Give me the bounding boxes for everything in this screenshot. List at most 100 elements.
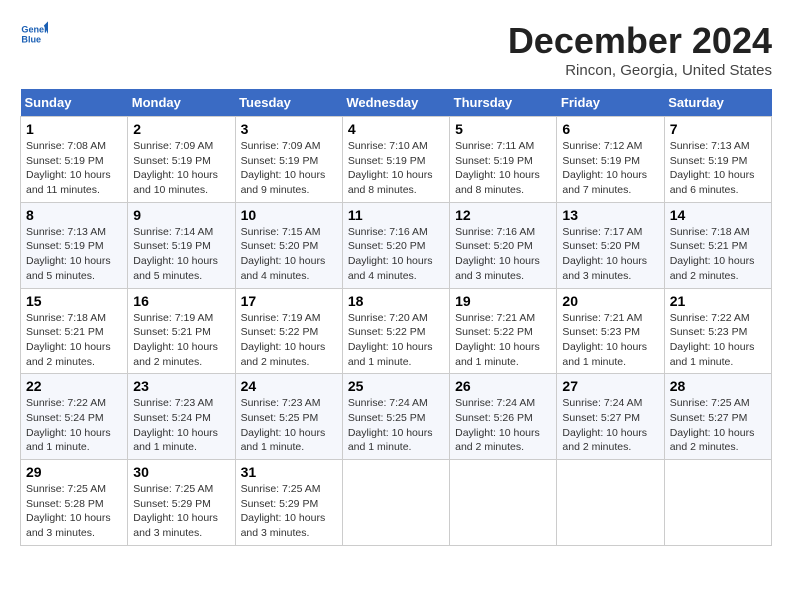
cell-info: Sunrise: 7:25 AMSunset: 5:29 PMDaylight:… [241,483,326,539]
cell-info: Sunrise: 7:21 AMSunset: 5:23 PMDaylight:… [562,312,647,368]
day-number: 3 [241,121,337,137]
month-title: December 2024 [508,20,772,62]
cell-info: Sunrise: 7:25 AMSunset: 5:28 PMDaylight:… [26,483,111,539]
table-cell: 6 Sunrise: 7:12 AMSunset: 5:19 PMDayligh… [557,117,664,203]
day-number: 10 [241,207,337,223]
table-cell: 14 Sunrise: 7:18 AMSunset: 5:21 PMDaylig… [664,202,771,288]
cell-info: Sunrise: 7:17 AMSunset: 5:20 PMDaylight:… [562,226,647,282]
day-number: 22 [26,378,122,394]
cell-info: Sunrise: 7:20 AMSunset: 5:22 PMDaylight:… [348,312,433,368]
day-number: 30 [133,464,229,480]
cell-info: Sunrise: 7:16 AMSunset: 5:20 PMDaylight:… [348,226,433,282]
day-number: 27 [562,378,658,394]
cell-info: Sunrise: 7:12 AMSunset: 5:19 PMDaylight:… [562,140,647,196]
day-number: 26 [455,378,551,394]
calendar-table: Sunday Monday Tuesday Wednesday Thursday… [20,89,772,546]
table-cell [342,460,449,546]
cell-info: Sunrise: 7:09 AMSunset: 5:19 PMDaylight:… [241,140,326,196]
day-number: 16 [133,293,229,309]
day-number: 8 [26,207,122,223]
table-cell [450,460,557,546]
cell-info: Sunrise: 7:22 AMSunset: 5:23 PMDaylight:… [670,312,755,368]
day-number: 12 [455,207,551,223]
cell-info: Sunrise: 7:08 AMSunset: 5:19 PMDaylight:… [26,140,111,196]
table-cell [557,460,664,546]
cell-info: Sunrise: 7:22 AMSunset: 5:24 PMDaylight:… [26,397,111,453]
table-cell: 26 Sunrise: 7:24 AMSunset: 5:26 PMDaylig… [450,374,557,460]
calendar-row: 22 Sunrise: 7:22 AMSunset: 5:24 PMDaylig… [21,374,772,460]
calendar-row: 1 Sunrise: 7:08 AMSunset: 5:19 PMDayligh… [21,117,772,203]
header-row: Sunday Monday Tuesday Wednesday Thursday… [21,89,772,117]
day-number: 19 [455,293,551,309]
cell-info: Sunrise: 7:23 AMSunset: 5:24 PMDaylight:… [133,397,218,453]
cell-info: Sunrise: 7:15 AMSunset: 5:20 PMDaylight:… [241,226,326,282]
table-cell: 19 Sunrise: 7:21 AMSunset: 5:22 PMDaylig… [450,288,557,374]
day-number: 20 [562,293,658,309]
day-number: 4 [348,121,444,137]
table-cell: 4 Sunrise: 7:10 AMSunset: 5:19 PMDayligh… [342,117,449,203]
day-number: 23 [133,378,229,394]
cell-info: Sunrise: 7:14 AMSunset: 5:19 PMDaylight:… [133,226,218,282]
day-number: 9 [133,207,229,223]
table-cell: 5 Sunrise: 7:11 AMSunset: 5:19 PMDayligh… [450,117,557,203]
table-cell: 29 Sunrise: 7:25 AMSunset: 5:28 PMDaylig… [21,460,128,546]
calendar-row: 15 Sunrise: 7:18 AMSunset: 5:21 PMDaylig… [21,288,772,374]
col-tuesday: Tuesday [235,89,342,117]
day-number: 25 [348,378,444,394]
title-area: December 2024 Rincon, Georgia, United St… [508,20,772,79]
table-cell: 13 Sunrise: 7:17 AMSunset: 5:20 PMDaylig… [557,202,664,288]
day-number: 29 [26,464,122,480]
cell-info: Sunrise: 7:10 AMSunset: 5:19 PMDaylight:… [348,140,433,196]
table-cell: 15 Sunrise: 7:18 AMSunset: 5:21 PMDaylig… [21,288,128,374]
cell-info: Sunrise: 7:13 AMSunset: 5:19 PMDaylight:… [26,226,111,282]
table-cell: 1 Sunrise: 7:08 AMSunset: 5:19 PMDayligh… [21,117,128,203]
day-number: 18 [348,293,444,309]
table-cell: 20 Sunrise: 7:21 AMSunset: 5:23 PMDaylig… [557,288,664,374]
cell-info: Sunrise: 7:23 AMSunset: 5:25 PMDaylight:… [241,397,326,453]
table-cell: 9 Sunrise: 7:14 AMSunset: 5:19 PMDayligh… [128,202,235,288]
col-thursday: Thursday [450,89,557,117]
day-number: 28 [670,378,766,394]
table-cell: 27 Sunrise: 7:24 AMSunset: 5:27 PMDaylig… [557,374,664,460]
table-cell: 11 Sunrise: 7:16 AMSunset: 5:20 PMDaylig… [342,202,449,288]
col-wednesday: Wednesday [342,89,449,117]
table-cell: 16 Sunrise: 7:19 AMSunset: 5:21 PMDaylig… [128,288,235,374]
table-cell: 3 Sunrise: 7:09 AMSunset: 5:19 PMDayligh… [235,117,342,203]
cell-info: Sunrise: 7:18 AMSunset: 5:21 PMDaylight:… [670,226,755,282]
logo-icon: General Blue [20,20,48,48]
calendar-row: 29 Sunrise: 7:25 AMSunset: 5:28 PMDaylig… [21,460,772,546]
table-cell: 17 Sunrise: 7:19 AMSunset: 5:22 PMDaylig… [235,288,342,374]
svg-text:Blue: Blue [21,34,41,44]
table-cell: 8 Sunrise: 7:13 AMSunset: 5:19 PMDayligh… [21,202,128,288]
cell-info: Sunrise: 7:24 AMSunset: 5:25 PMDaylight:… [348,397,433,453]
day-number: 31 [241,464,337,480]
calendar-body: 1 Sunrise: 7:08 AMSunset: 5:19 PMDayligh… [21,117,772,546]
cell-info: Sunrise: 7:11 AMSunset: 5:19 PMDaylight:… [455,140,540,196]
day-number: 14 [670,207,766,223]
day-number: 7 [670,121,766,137]
cell-info: Sunrise: 7:09 AMSunset: 5:19 PMDaylight:… [133,140,218,196]
table-cell: 24 Sunrise: 7:23 AMSunset: 5:25 PMDaylig… [235,374,342,460]
table-cell: 18 Sunrise: 7:20 AMSunset: 5:22 PMDaylig… [342,288,449,374]
day-number: 13 [562,207,658,223]
table-cell: 28 Sunrise: 7:25 AMSunset: 5:27 PMDaylig… [664,374,771,460]
day-number: 15 [26,293,122,309]
cell-info: Sunrise: 7:24 AMSunset: 5:27 PMDaylight:… [562,397,647,453]
table-cell: 22 Sunrise: 7:22 AMSunset: 5:24 PMDaylig… [21,374,128,460]
day-number: 11 [348,207,444,223]
cell-info: Sunrise: 7:19 AMSunset: 5:22 PMDaylight:… [241,312,326,368]
calendar-row: 8 Sunrise: 7:13 AMSunset: 5:19 PMDayligh… [21,202,772,288]
calendar-header: Sunday Monday Tuesday Wednesday Thursday… [21,89,772,117]
cell-info: Sunrise: 7:21 AMSunset: 5:22 PMDaylight:… [455,312,540,368]
table-cell: 31 Sunrise: 7:25 AMSunset: 5:29 PMDaylig… [235,460,342,546]
cell-info: Sunrise: 7:19 AMSunset: 5:21 PMDaylight:… [133,312,218,368]
header: General Blue December 2024 Rincon, Georg… [20,20,772,79]
cell-info: Sunrise: 7:24 AMSunset: 5:26 PMDaylight:… [455,397,540,453]
table-cell: 10 Sunrise: 7:15 AMSunset: 5:20 PMDaylig… [235,202,342,288]
table-cell: 2 Sunrise: 7:09 AMSunset: 5:19 PMDayligh… [128,117,235,203]
col-friday: Friday [557,89,664,117]
table-cell: 30 Sunrise: 7:25 AMSunset: 5:29 PMDaylig… [128,460,235,546]
cell-info: Sunrise: 7:16 AMSunset: 5:20 PMDaylight:… [455,226,540,282]
table-cell: 23 Sunrise: 7:23 AMSunset: 5:24 PMDaylig… [128,374,235,460]
table-cell: 25 Sunrise: 7:24 AMSunset: 5:25 PMDaylig… [342,374,449,460]
